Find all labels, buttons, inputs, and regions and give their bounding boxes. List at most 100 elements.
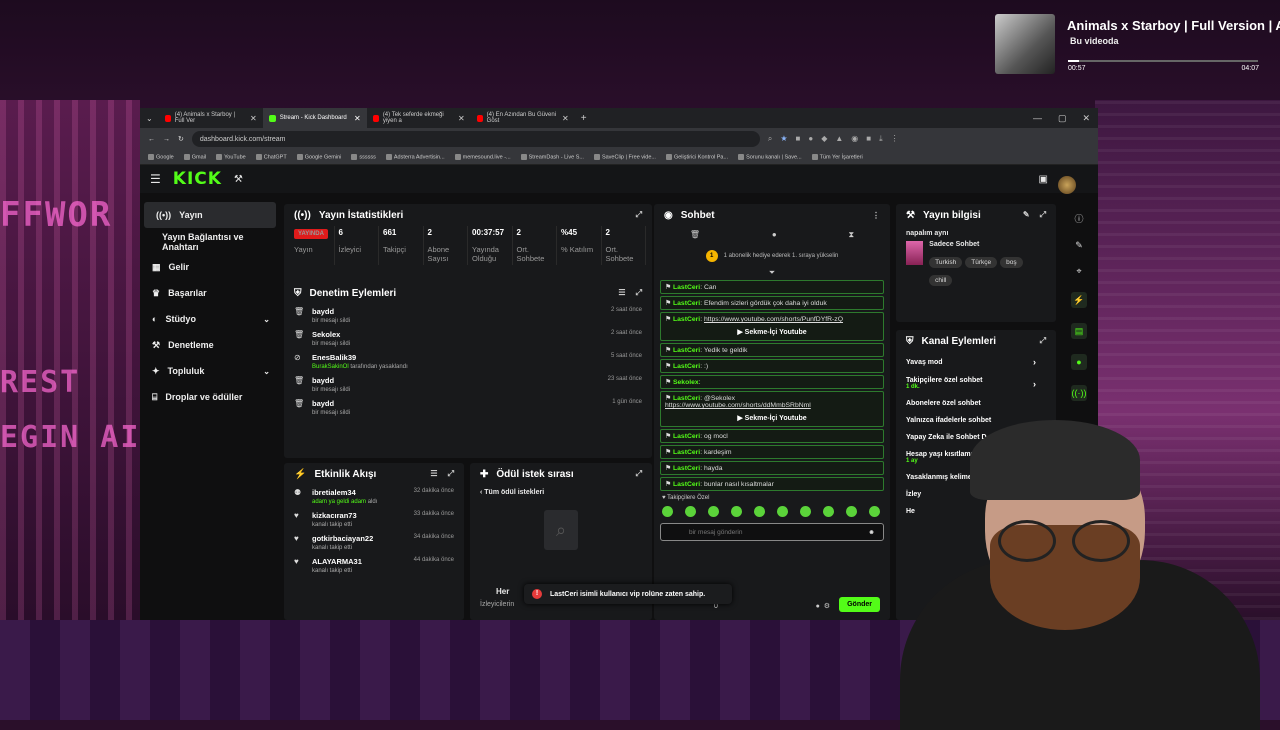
chat-username[interactable]: LastCeri bbox=[673, 433, 700, 440]
chat-username[interactable]: Sekolex bbox=[673, 379, 699, 386]
expand-icon[interactable]: ⤢ bbox=[448, 469, 454, 479]
chat-username[interactable]: LastCeri bbox=[673, 347, 700, 354]
chat-icon[interactable]: ● bbox=[1071, 354, 1087, 370]
close-tab-icon[interactable]: ✕ bbox=[250, 114, 257, 123]
bookmark-item[interactable]: ChatGPT bbox=[255, 153, 287, 160]
browser-tab-active[interactable]: Stream - Kick Dashboard ✕ bbox=[262, 108, 367, 128]
close-window-icon[interactable]: ✕ bbox=[1082, 113, 1090, 124]
emote-icon[interactable] bbox=[685, 506, 696, 517]
row-username[interactable]: ibretialem34 bbox=[312, 488, 377, 497]
filter-icon[interactable]: ☰ bbox=[430, 469, 437, 479]
download-icon[interactable]: ⤓ bbox=[879, 134, 883, 144]
inbox-icon[interactable]: ▣ bbox=[1039, 174, 1048, 185]
speech-icon[interactable]: ● bbox=[772, 230, 777, 240]
close-tab-icon[interactable]: ✕ bbox=[458, 114, 465, 123]
kick-logo[interactable]: KICK bbox=[173, 169, 222, 189]
row-username[interactable]: baydd bbox=[312, 399, 350, 408]
youtube-embed-button[interactable]: ▶ Sekme-İçi Youtube bbox=[665, 323, 879, 338]
hourglass-icon[interactable]: ⧗ bbox=[848, 230, 854, 240]
trash-icon[interactable]: ▤ bbox=[1071, 323, 1087, 339]
emote-icon[interactable] bbox=[800, 506, 811, 517]
close-tab-icon[interactable]: ✕ bbox=[562, 114, 569, 123]
bookmark-item[interactable]: memesound.live -... bbox=[454, 153, 511, 160]
sidebar-item-basarilar[interactable]: ♛ Başarılar bbox=[140, 280, 280, 306]
menu-dots-icon[interactable]: ⋮ bbox=[891, 134, 899, 144]
new-tab-button[interactable]: + bbox=[575, 113, 593, 124]
expand-icon[interactable]: ⤢ bbox=[1040, 336, 1046, 346]
extension-icon[interactable]: ▲ bbox=[835, 134, 843, 144]
bookmark-item[interactable]: Sorunu kanalı | Save... bbox=[738, 153, 802, 160]
expand-icon[interactable]: ⤢ bbox=[636, 210, 642, 220]
sidebar-item-gelir[interactable]: ▦ Gelir bbox=[140, 254, 280, 280]
zoom-icon[interactable]: ⌕ bbox=[768, 134, 772, 144]
bookmark-item[interactable]: YouTube bbox=[216, 153, 246, 160]
close-tab-icon[interactable]: ✕ bbox=[354, 114, 361, 123]
chat-username[interactable]: LastCeri bbox=[673, 449, 700, 456]
chat-username[interactable]: LastCeri bbox=[673, 481, 700, 488]
emote-icon[interactable] bbox=[869, 506, 880, 517]
all-rewards-link[interactable]: ‹ Tüm ödül istekleri bbox=[470, 485, 652, 500]
browser-tab[interactable]: (4) En Azından Bu Güveni Göst ✕ bbox=[471, 108, 575, 128]
bolt-icon[interactable]: ⚡ bbox=[1071, 292, 1087, 308]
bookmark-item[interactable]: SaveClip | Free vide... bbox=[593, 153, 656, 160]
expand-icon[interactable]: ⤢ bbox=[1040, 210, 1046, 220]
crosshair-icon[interactable]: ⌖ bbox=[1076, 266, 1081, 277]
edit-icon[interactable]: ✎ bbox=[1023, 210, 1030, 220]
pencil-icon[interactable]: ✎ bbox=[1075, 240, 1083, 251]
maximize-icon[interactable]: ▢ bbox=[1058, 113, 1067, 124]
extension-icon[interactable]: ■ bbox=[866, 134, 871, 144]
expand-icon[interactable]: ⤢ bbox=[636, 288, 642, 298]
extension-icon[interactable]: ◉ bbox=[851, 134, 858, 144]
channel-action-item[interactable]: Yavaş mod › bbox=[896, 352, 1056, 372]
chat-username[interactable]: LastCeri bbox=[673, 300, 700, 307]
sidebar-item-topluluk[interactable]: ✦ Topluluk ⌄ bbox=[140, 358, 280, 384]
trash-icon[interactable]: 🗑 bbox=[690, 230, 700, 240]
chat-username[interactable]: LastCeri bbox=[673, 363, 700, 370]
hamburger-menu-icon[interactable]: ☰ bbox=[150, 172, 161, 186]
sidebar-item-yayin[interactable]: ((•)) Yayın bbox=[144, 202, 276, 228]
bookmark-item[interactable]: Gmail bbox=[183, 153, 206, 160]
bookmark-item[interactable]: Google bbox=[148, 153, 174, 160]
channel-action-item[interactable]: Abonelere özel sohbet bbox=[896, 395, 1056, 412]
chat-username[interactable]: LastCeri bbox=[673, 395, 700, 402]
send-button[interactable]: Gönder bbox=[839, 597, 880, 612]
broadcast-icon[interactable]: ((·)) bbox=[1071, 385, 1087, 401]
bookmark-item[interactable]: Adsterra Advertisin... bbox=[385, 153, 445, 160]
browser-tab[interactable]: (4) Animals x Starboy | Full Ver ✕ bbox=[159, 108, 263, 128]
tab-search-icon[interactable]: ⌄ bbox=[140, 114, 159, 123]
channel-action-item[interactable]: Takipçilere özel sohbet 1 dk. › bbox=[896, 372, 1056, 395]
user-avatar[interactable] bbox=[1058, 176, 1076, 194]
emoji-icon[interactable]: ☻ bbox=[868, 529, 875, 536]
chat-text[interactable]: https://www.youtube.com/shorts/PunfDYfR-… bbox=[704, 316, 843, 323]
emote-icon[interactable] bbox=[823, 506, 834, 517]
back-icon[interactable]: ← bbox=[148, 136, 155, 143]
youtube-embed-button[interactable]: ▶ Sekme-İçi Youtube bbox=[665, 409, 879, 424]
row-username[interactable]: EnesBalik39 bbox=[312, 353, 408, 362]
pin-icon[interactable]: ⚒ bbox=[234, 174, 243, 185]
bookmark-item[interactable]: Google Gemini bbox=[296, 153, 341, 160]
row-username[interactable]: kizkacıran73 bbox=[312, 511, 357, 520]
star-icon[interactable]: ★ bbox=[780, 134, 787, 144]
sidebar-item-droplar[interactable]: ⌸ Droplar ve ödüller bbox=[140, 384, 280, 410]
bookmark-item[interactable]: ssssss bbox=[351, 153, 376, 160]
row-username[interactable]: baydd bbox=[312, 376, 350, 385]
emote-icon[interactable] bbox=[662, 506, 673, 517]
url-field[interactable]: dashboard.kick.com/stream bbox=[191, 131, 760, 147]
bookmark-item[interactable]: Geliştirici Kontrol Pa... bbox=[665, 153, 728, 160]
sidebar-item-denetleme[interactable]: ⚒ Denetleme bbox=[140, 332, 280, 358]
gift-banner[interactable]: 1 1 abonelik hediye ederek 1. sıraya yük… bbox=[654, 244, 890, 268]
row-username[interactable]: gotkirbaciayan22 bbox=[312, 534, 373, 543]
chat-input[interactable]: bir mesaj gönderin ☻ bbox=[660, 523, 884, 541]
pinned-toggle-icon[interactable]: ⏷ bbox=[654, 268, 890, 278]
bookmark-item[interactable]: Tüm Yer İşaretleri bbox=[811, 153, 863, 160]
expand-icon[interactable]: ⤢ bbox=[636, 469, 642, 479]
emote-icon[interactable] bbox=[754, 506, 765, 517]
minimize-icon[interactable]: — bbox=[1033, 113, 1042, 124]
gear-icon[interactable]: ⚙ bbox=[824, 603, 830, 610]
extension-icon[interactable]: ◆ bbox=[821, 134, 827, 144]
sidebar-item-studyo[interactable]: ◐ Stüdyo ⌄ bbox=[140, 306, 280, 332]
sidebar-item-stream-key[interactable]: Yayın Bağlantısı ve Anahtarı bbox=[140, 230, 280, 254]
row-username[interactable]: ALAYARMA31 bbox=[312, 557, 362, 566]
chat-menu-icon[interactable]: ⋮ bbox=[872, 211, 880, 220]
emote-icon[interactable] bbox=[731, 506, 742, 517]
